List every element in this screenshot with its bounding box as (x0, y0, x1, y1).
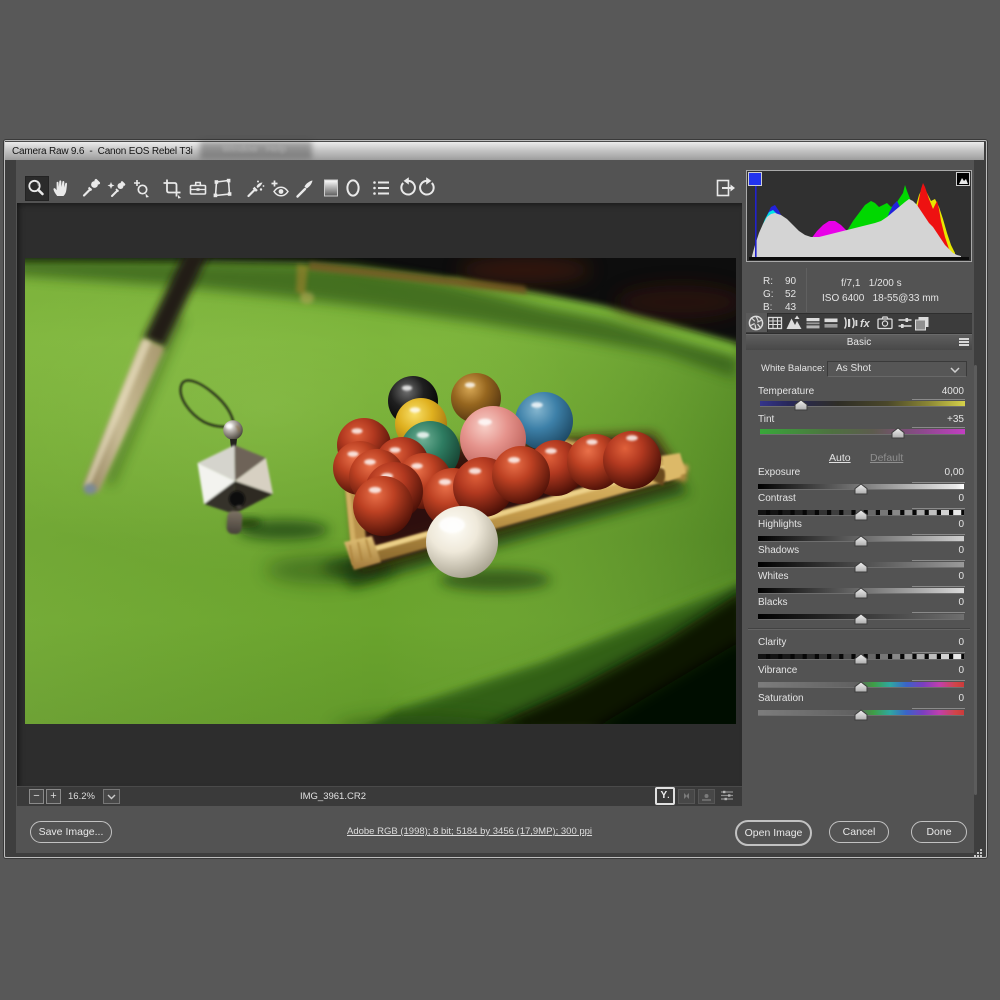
svg-text:fx: fx (860, 318, 871, 330)
